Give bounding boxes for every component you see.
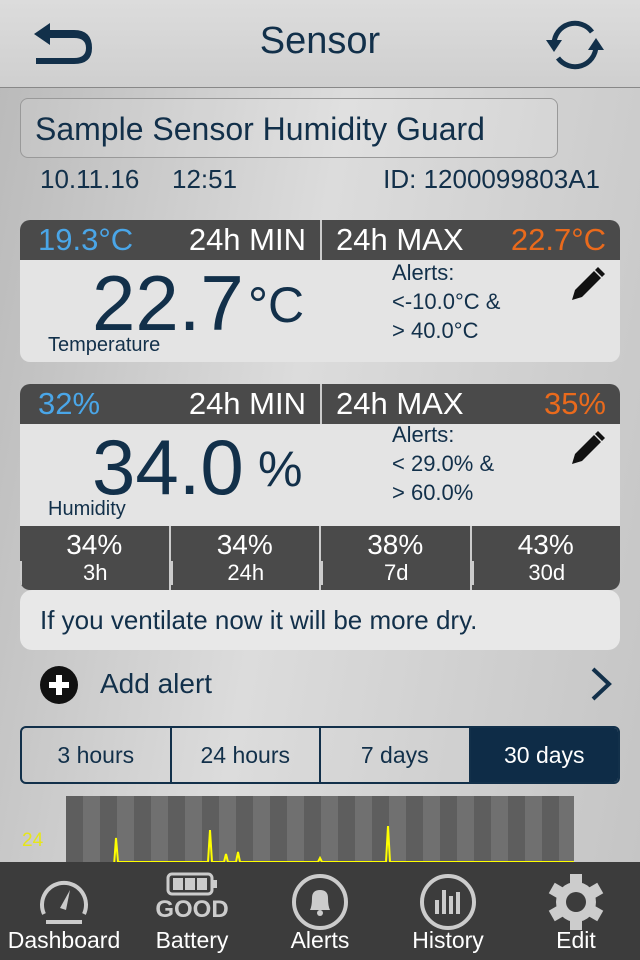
hum-max: 35%	[543, 386, 606, 421]
temp-min-label: 24h MIN	[188, 222, 306, 257]
alerts-high: > 40.0°C	[392, 318, 479, 343]
time: 12:51	[172, 164, 238, 194]
chart-band	[219, 796, 236, 862]
humidity-averages: 34% 3h 34% 24h 38% 7d 43% 30d	[20, 526, 620, 590]
alerts-high: > 60.0%	[392, 480, 474, 505]
temp-label: Temperature	[48, 334, 161, 356]
chart-band	[117, 796, 134, 862]
chart-band	[151, 796, 168, 862]
chart-band	[321, 796, 338, 862]
navigation-bar: Sensor	[0, 0, 640, 88]
chevron-right-icon	[591, 667, 612, 701]
chart-band	[134, 796, 151, 862]
hum-label: Humidity	[48, 498, 126, 520]
tab-label: Alerts	[290, 927, 350, 953]
range-30-days[interactable]: 30 days	[468, 728, 618, 782]
avg-value: 38%	[367, 529, 424, 560]
speedometer-icon	[40, 880, 88, 924]
add-alert-label: Add alert	[100, 668, 213, 699]
add-alert-button[interactable]: Add alert	[0, 658, 640, 710]
chart-band	[440, 796, 457, 862]
bell-icon	[292, 874, 348, 930]
chart-band	[270, 796, 287, 862]
tab-bar: Dashboard GOOD Battery Alerts History Ed…	[0, 862, 640, 960]
tab-battery[interactable]: GOOD Battery	[128, 862, 256, 960]
avg-value: 43%	[517, 529, 574, 560]
chart-band	[542, 796, 559, 862]
chart-band	[491, 796, 508, 862]
chart-band	[474, 796, 491, 862]
chart-band	[338, 796, 355, 862]
tab-edit[interactable]: Edit	[512, 862, 640, 960]
chart-band	[168, 796, 185, 862]
y-tick-label: 24	[22, 830, 44, 851]
chart-band	[559, 796, 574, 862]
range-selector: 3 hours 24 hours 7 days 30 days	[20, 726, 620, 784]
tab-label: Dashboard	[7, 927, 121, 953]
tab-history[interactable]: History	[384, 862, 512, 960]
hum-min: 32%	[38, 386, 101, 421]
tab-dashboard[interactable]: Dashboard	[0, 862, 128, 960]
temp-max: 22.7°C	[510, 222, 606, 257]
temperature-card: 19.3°C 24h MIN 24h MAX 22.7°C 22.7 °C Temp…	[20, 220, 620, 362]
alerts-low: < 29.0% &	[392, 451, 495, 476]
plus-circle-icon	[40, 666, 78, 704]
temp-unit: °C	[248, 277, 305, 333]
humidity-card: 32% 24h MIN 24h MAX 35% 34.0 % Humidity Al…	[20, 384, 620, 590]
chart-band	[389, 796, 406, 862]
sensor-name-field[interactable]: Sample Sensor Humidity Guard	[20, 98, 558, 158]
avg-value: 34%	[66, 529, 123, 560]
chart-band	[66, 796, 83, 862]
pencil-icon[interactable]	[568, 266, 606, 304]
chart-band	[83, 796, 100, 862]
bar-chart-icon	[420, 874, 476, 930]
chart-band	[253, 796, 270, 862]
chart-band	[508, 796, 525, 862]
hum-alerts: Alerts: < 29.0% & > 60.0%	[392, 420, 494, 507]
hum-min-label: 24h MIN	[188, 386, 306, 421]
tab-label: Edit	[556, 927, 596, 953]
range-3-hours[interactable]: 3 hours	[22, 728, 170, 782]
avg-period: 30d	[471, 561, 621, 585]
alerts-title: Alerts:	[392, 260, 455, 285]
temp-min: 19.3°C	[38, 222, 134, 257]
chart-band	[423, 796, 440, 862]
sensor-id: ID: 1200099803A1	[383, 164, 600, 194]
range-24-hours[interactable]: 24 hours	[169, 728, 320, 782]
temp-max-label: 24h MAX	[336, 222, 464, 257]
refresh-icon[interactable]	[544, 18, 606, 72]
temp-alerts: Alerts: <-10.0°C & > 40.0°C	[392, 258, 500, 345]
pencil-icon[interactable]	[568, 430, 606, 468]
battery-status: GOOD	[155, 896, 229, 923]
range-7-days[interactable]: 7 days	[319, 728, 469, 782]
avg-period: 7d	[321, 561, 470, 585]
chart-band	[304, 796, 321, 862]
battery-icon	[166, 872, 217, 896]
avg-7d: 38% 7d	[319, 526, 470, 590]
chart-band	[185, 796, 202, 862]
avg-value: 34%	[216, 529, 273, 560]
avg-period: 24h	[170, 561, 320, 585]
avg-24h: 34% 24h	[168, 526, 320, 590]
chart-band	[406, 796, 423, 862]
gear-icon	[548, 874, 604, 930]
hum-unit: %	[258, 441, 303, 497]
chart-band	[525, 796, 542, 862]
avg-30d: 43% 30d	[469, 526, 621, 590]
alerts-low: <-10.0°C &	[392, 289, 501, 314]
tab-alerts[interactable]: Alerts	[256, 862, 384, 960]
tab-label: Battery	[155, 927, 229, 953]
avg-3h: 34% 3h	[20, 526, 169, 590]
date: 10.11.16	[40, 164, 140, 194]
history-chart	[66, 796, 574, 862]
chart-band	[457, 796, 474, 862]
tab-label: History	[412, 927, 484, 953]
hum-max-label: 24h MAX	[336, 386, 464, 421]
chart-band	[355, 796, 372, 862]
alerts-title: Alerts:	[392, 422, 455, 447]
ventilation-tip: If you ventilate now it will be more dry…	[20, 590, 620, 650]
chart-band	[287, 796, 304, 862]
avg-period: 3h	[20, 561, 169, 585]
